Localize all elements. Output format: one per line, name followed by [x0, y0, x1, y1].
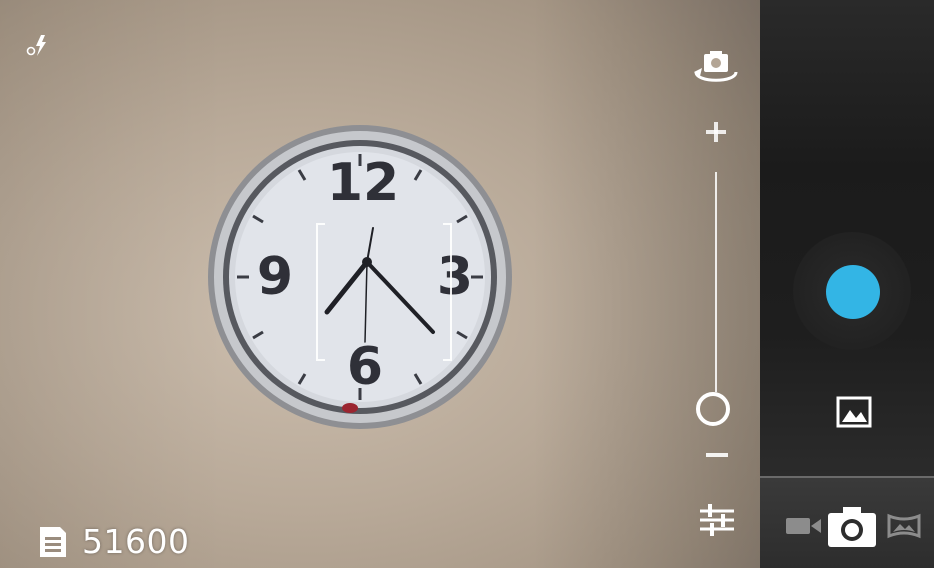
- wall-clock-image: 12 3 6 9: [208, 125, 512, 429]
- video-mode-icon[interactable]: [784, 514, 824, 538]
- storage-remaining: 51600: [36, 522, 189, 562]
- switch-camera-icon[interactable]: [690, 48, 742, 88]
- camera-screen: 12 3 6 9 51600: [0, 0, 934, 568]
- zoom-slider-knob[interactable]: [696, 392, 730, 426]
- camera-mode-icon[interactable]: [826, 504, 878, 550]
- shutter-button[interactable]: [826, 265, 880, 319]
- zoom-slider-track[interactable]: [715, 172, 717, 392]
- zoom-in-icon[interactable]: [704, 120, 728, 144]
- viewfinder[interactable]: 12 3 6 9 51600: [0, 0, 760, 568]
- sd-card-icon: [40, 527, 66, 557]
- zoom-out-icon[interactable]: [706, 453, 728, 457]
- gallery-thumbnail-icon[interactable]: [836, 396, 872, 428]
- remaining-pictures-count: 51600: [82, 522, 190, 561]
- clock-numeral-3: 3: [437, 247, 473, 307]
- clock-numeral-12: 12: [327, 153, 399, 213]
- panorama-mode-icon[interactable]: [887, 512, 921, 540]
- clock-numeral-9: 9: [257, 247, 293, 307]
- settings-sliders-icon[interactable]: [696, 500, 738, 540]
- clock-numeral-6: 6: [347, 337, 383, 397]
- flash-auto-icon[interactable]: [24, 30, 52, 60]
